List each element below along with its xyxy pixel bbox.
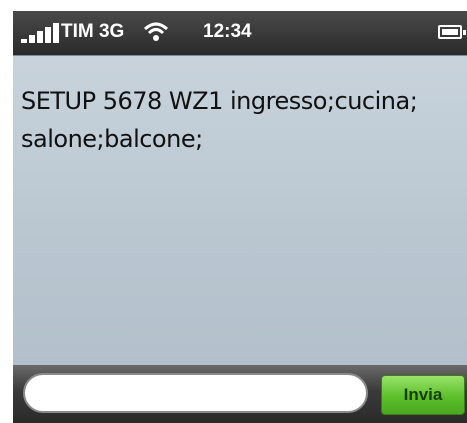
message-input[interactable]	[23, 373, 368, 413]
compose-bar: Invia	[13, 365, 467, 423]
battery-icon	[438, 25, 466, 39]
message-area: SETUP 5678 WZ1 ingresso;cucina; salone;b…	[13, 55, 467, 366]
wifi-icon	[143, 22, 169, 41]
carrier-label: TIM 3G	[61, 21, 125, 42]
signal-icon	[21, 23, 61, 43]
clock-time: 12:34	[203, 21, 252, 42]
status-bar: TIM 3G 12:34	[13, 11, 467, 55]
send-button[interactable]: Invia	[381, 375, 465, 415]
phone-screen: TIM 3G 12:34 SETUP 5678 WZ1 ingresso;cuc…	[13, 11, 467, 423]
message-text: SETUP 5678 WZ1 ingresso;cucina; salone;b…	[21, 87, 418, 153]
